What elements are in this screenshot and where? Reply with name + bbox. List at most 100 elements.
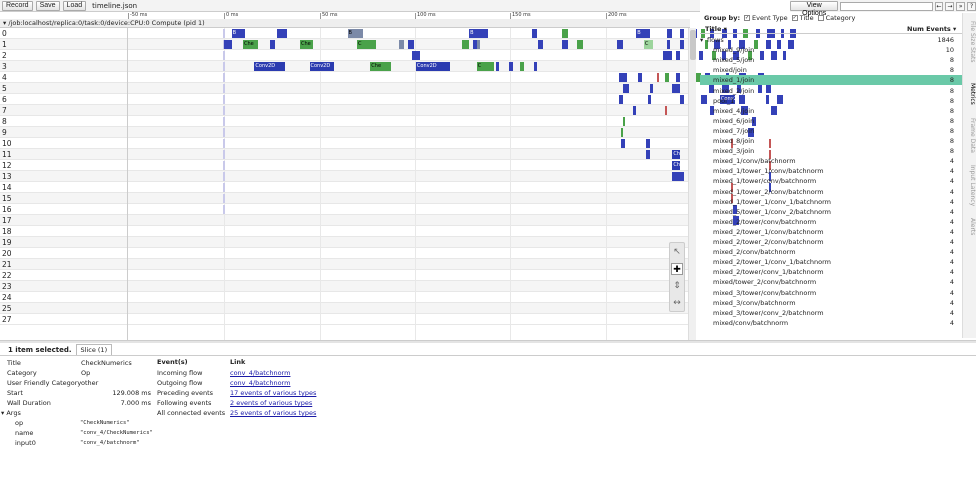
trace-slice[interactable]: C (643, 40, 654, 49)
table-row[interactable]: mixed/join 8 (700, 65, 962, 75)
trace-slice[interactable] (645, 150, 650, 159)
trace-slice[interactable] (638, 73, 642, 82)
checkbox-checked-icon[interactable]: ✓ (791, 15, 798, 21)
table-row[interactable]: mixed_5/tower_1/conv_2/batchnorm 4 (700, 207, 962, 217)
trace-slice[interactable] (623, 117, 625, 126)
trace-slice[interactable]: Che (370, 62, 392, 71)
zoom-tool-icon[interactable]: ⇕ (671, 280, 683, 292)
detail-args[interactable]: ▾ Args (1, 408, 151, 418)
select-all-results-icon[interactable]: » (956, 1, 966, 11)
table-row[interactable]: mixed_1/tower_2/conv/batchnorm 4 (700, 187, 962, 197)
tab-metrics[interactable]: Metrics (964, 83, 976, 105)
trace-slice[interactable] (645, 139, 650, 148)
trace-slice[interactable]: Conv2D (415, 62, 451, 71)
timeline-track[interactable]: BBBBCheCheCCConv2DConv2DCheConv2DCConv2D… (128, 28, 796, 340)
trace-slice[interactable] (664, 73, 669, 82)
table-row[interactable]: mixed_5/join 8 (700, 55, 962, 65)
trace-slice[interactable] (662, 51, 673, 60)
table-row[interactable]: ▾ flows 1846 (700, 35, 962, 45)
tab-alerts[interactable]: Alerts (964, 218, 976, 235)
table-row[interactable]: mixed_2/tower/conv/batchnorm 4 (700, 217, 962, 227)
table-row[interactable]: mixed_3/conv/batchnorm 4 (700, 298, 962, 308)
trace-slice[interactable]: Che (243, 40, 259, 49)
trace-slice[interactable] (680, 29, 684, 38)
trace-slice[interactable] (408, 40, 414, 49)
trace-slice[interactable] (537, 40, 544, 49)
trace-slice[interactable]: Ch (672, 150, 680, 159)
table-row[interactable]: mixed_3/tower/conv_2/batchnorm 4 (700, 308, 962, 318)
trace-slice[interactable] (412, 51, 420, 60)
expand-icon[interactable]: ▾ (700, 35, 703, 45)
trace-slice[interactable]: C (357, 40, 376, 49)
table-row[interactable]: mixed/conv/batchnorm 4 (700, 318, 962, 328)
prev-result-icon[interactable]: ← (934, 1, 944, 11)
record-button[interactable]: Record (2, 0, 33, 11)
trace-slice[interactable] (533, 62, 538, 71)
trace-slice[interactable] (562, 29, 568, 38)
trace-slice[interactable] (461, 40, 470, 49)
trace-slice[interactable]: Che (300, 40, 314, 49)
trace-slice[interactable] (657, 73, 660, 82)
table-row[interactable]: mixed_2/tower/conv_1/batchnorm 4 (700, 267, 962, 277)
checkbox-icon[interactable] (817, 15, 824, 21)
trace-slice[interactable] (666, 40, 671, 49)
tab-slice[interactable]: Slice (1) (75, 344, 113, 355)
table-row[interactable]: mixed/tower_2/conv/batchnorm 4 (700, 277, 962, 287)
trace-slice[interactable] (647, 95, 652, 104)
process-header[interactable]: ▾ /job:localhost/replica:0/task:0/device… (0, 19, 690, 28)
event-link[interactable]: 17 events of various types (230, 388, 316, 398)
column-num-events[interactable]: Num Events ▾ (907, 24, 956, 34)
trace-slice[interactable] (672, 84, 680, 93)
trace-slice[interactable]: B (469, 29, 489, 38)
trace-slice[interactable] (680, 40, 684, 49)
trace-slice[interactable] (520, 62, 525, 71)
table-row[interactable]: mixed_1/tower_1/conv_1/batchnorm 4 (700, 197, 962, 207)
trace-slice[interactable] (623, 73, 627, 82)
view-options-button[interactable]: View Options (790, 1, 839, 17)
search-input[interactable] (840, 1, 933, 11)
trace-slice[interactable] (224, 40, 232, 49)
tab-frame-data[interactable]: Frame Data (964, 118, 976, 153)
trace-slice[interactable] (623, 84, 629, 93)
column-title[interactable]: Title ▾ (705, 24, 727, 34)
help-icon[interactable]: ? (967, 1, 976, 11)
checkbox-checked-icon[interactable]: ✓ (744, 15, 751, 21)
trace-slice[interactable]: B (636, 29, 650, 38)
trace-slice[interactable] (619, 95, 623, 104)
trace-slice[interactable] (672, 172, 684, 181)
category-option[interactable]: Category (817, 14, 855, 22)
event-type-option[interactable]: ✓ Event Type (744, 14, 788, 22)
trace-slice[interactable] (680, 95, 684, 104)
pan-tool-icon[interactable]: ✚ (671, 262, 683, 275)
trace-slice[interactable] (632, 106, 637, 115)
table-row[interactable]: mixed_2/join 8 (700, 86, 962, 96)
table-row[interactable]: mixed_2/tower_1/conv/batchnorm 4 (700, 227, 962, 237)
table-row[interactable]: mixed_9/join 10 (700, 45, 962, 55)
table-row[interactable]: mixed_2/tower_1/conv_1/batchnorm 4 (700, 257, 962, 267)
table-row[interactable]: mixed_2/tower_2/conv/batchnorm 4 (700, 237, 962, 247)
trace-slice[interactable] (676, 73, 680, 82)
table-row[interactable]: mixed_2/conv/batchnorm 4 (700, 247, 962, 257)
panel-drag-handle[interactable] (0, 340, 976, 343)
trace-slice[interactable] (277, 29, 287, 38)
table-row[interactable]: mixed_1/conv/batchnorm 4 (700, 156, 962, 166)
trace-slice[interactable] (562, 40, 568, 49)
tab-input-latency[interactable]: Input Latency (964, 165, 976, 206)
trace-slice[interactable]: Ch (672, 161, 680, 170)
trace-slice[interactable] (269, 40, 276, 49)
event-link[interactable]: 2 events of various types (230, 398, 312, 408)
trace-slice[interactable]: Conv2D (309, 62, 335, 71)
table-row[interactable]: mixed_8/join 8 (700, 136, 962, 146)
trace-slice[interactable] (509, 62, 513, 71)
event-link[interactable]: conv_4/batchnorm (230, 368, 290, 378)
table-row[interactable]: mixed_6/join 8 (700, 116, 962, 126)
trace-slice[interactable]: C (476, 62, 494, 71)
select-tool-icon[interactable]: ↖ (671, 246, 683, 258)
table-row[interactable]: mixed_4/join 8 (700, 106, 962, 116)
trace-slice[interactable] (476, 40, 481, 49)
save-button[interactable]: Save (35, 0, 60, 11)
trace-slice[interactable] (577, 40, 584, 49)
trace-slice[interactable] (617, 40, 623, 49)
trace-slice[interactable] (664, 106, 667, 115)
table-row[interactable]: mixed_3/join 8 (700, 146, 962, 156)
